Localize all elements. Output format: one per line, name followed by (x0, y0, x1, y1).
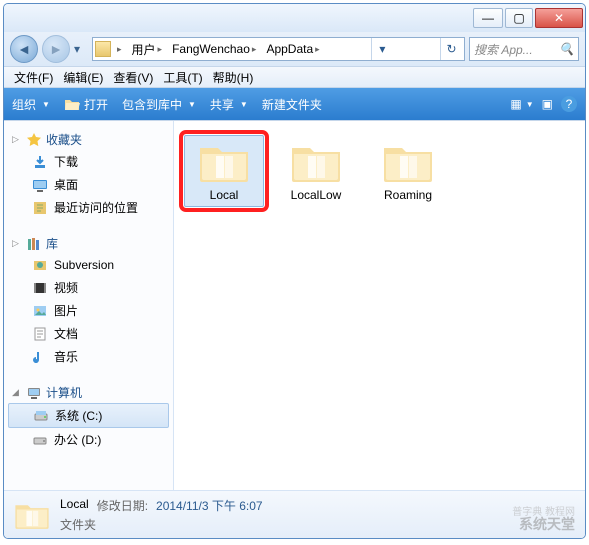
download-icon (32, 154, 48, 170)
document-icon (32, 326, 48, 342)
folder-open-icon (64, 96, 80, 112)
star-icon (26, 132, 42, 148)
back-button[interactable]: ◄ (10, 35, 38, 63)
folder-label: Roaming (384, 188, 432, 202)
sidebar-item-drive-c[interactable]: 系统 (C:) (8, 403, 169, 428)
nav-row: ◄ ► ▾ ▸ 用户▸ FangWenchao▸ AppData▸ ▾ ↻ 搜索… (4, 32, 585, 66)
folder-icon (290, 140, 342, 184)
forward-button[interactable]: ► (42, 35, 70, 63)
breadcrumb-item[interactable]: 用户▸ (128, 39, 167, 60)
watermark: 普字典 教程网 (512, 503, 575, 518)
menu-bar: 文件(F) 编辑(E) 查看(V) 工具(T) 帮助(H) (4, 66, 585, 88)
menu-edit[interactable]: 编辑(E) (59, 67, 107, 88)
sidebar-item-music[interactable]: 音乐 (4, 345, 173, 368)
status-type: 文件夹 (60, 516, 96, 533)
sidebar-item-subversion[interactable]: Subversion (4, 254, 173, 276)
folder-item-roaming[interactable]: Roaming (368, 135, 448, 207)
history-dropdown[interactable]: ▾ (74, 42, 88, 56)
svn-icon (32, 257, 48, 273)
sidebar-item-downloads[interactable]: 下载 (4, 150, 173, 173)
computer-icon (26, 385, 42, 401)
address-bar[interactable]: ▸ 用户▸ FangWenchao▸ AppData▸ ▾ ↻ (92, 37, 465, 61)
view-button[interactable]: ▦▼ (510, 97, 533, 111)
breadcrumb-item[interactable]: FangWenchao▸ (168, 40, 260, 58)
sidebar-favorites-head[interactable]: ▷收藏夹 (4, 129, 173, 150)
music-icon (32, 349, 48, 365)
sidebar-item-recent[interactable]: 最近访问的位置 (4, 196, 173, 219)
sidebar-item-drive-d[interactable]: 办公 (D:) (4, 428, 173, 451)
breadcrumb-sep[interactable]: ▸ (113, 42, 126, 57)
folder-item-locallow[interactable]: LocalLow (276, 135, 356, 207)
sidebar-item-desktop[interactable]: 桌面 (4, 173, 173, 196)
search-box[interactable]: 搜索 App... 🔍 (469, 37, 579, 61)
menu-help[interactable]: 帮助(H) (209, 67, 258, 88)
sidebar-computer-head[interactable]: ◢计算机 (4, 382, 173, 403)
status-name: Local (60, 497, 89, 514)
desktop-icon (32, 177, 48, 193)
folder-label: Local (210, 188, 239, 202)
drive-icon (32, 432, 48, 448)
search-placeholder: 搜索 App... (474, 41, 533, 58)
sidebar-item-videos[interactable]: 视频 (4, 276, 173, 299)
view-icon: ▦ (510, 97, 521, 111)
picture-icon (32, 303, 48, 319)
library-button[interactable]: 包含到库中▼ (122, 96, 196, 113)
minimize-icon: — (482, 11, 494, 25)
maximize-icon: ▢ (513, 11, 524, 25)
new-folder-button[interactable]: 新建文件夹 (262, 96, 322, 113)
menu-tools[interactable]: 工具(T) (159, 67, 206, 88)
status-date-label: 修改日期: (97, 497, 148, 514)
help-button[interactable]: ? (561, 96, 577, 112)
body: ▷收藏夹 下载 桌面 最近访问的位置 ▷库 Subversion 视频 图片 文… (4, 120, 585, 490)
breadcrumb-item[interactable]: AppData▸ (262, 40, 323, 58)
folder-icon (382, 140, 434, 184)
recent-icon (32, 200, 48, 216)
sidebar: ▷收藏夹 下载 桌面 最近访问的位置 ▷库 Subversion 视频 图片 文… (4, 121, 174, 490)
minimize-button[interactable]: — (473, 8, 503, 28)
drive-icon (33, 408, 49, 424)
video-icon (32, 280, 48, 296)
address-dropdown[interactable]: ▾ (371, 38, 393, 60)
status-bar: Local 修改日期: 2014/11/3 下午 6:07 文件夹 系统天堂 普… (4, 490, 585, 538)
folder-item-local[interactable]: Local (184, 135, 264, 207)
folder-label: LocalLow (291, 188, 342, 202)
explorer-window: — ▢ ✕ ◄ ► ▾ ▸ 用户▸ FangWenchao▸ AppData▸ … (3, 3, 586, 539)
sidebar-favorites: ▷收藏夹 下载 桌面 最近访问的位置 (4, 129, 173, 219)
menu-view[interactable]: 查看(V) (109, 67, 157, 88)
status-date-value: 2014/11/3 下午 6:07 (156, 497, 263, 514)
refresh-button[interactable]: ↻ (440, 38, 462, 60)
sidebar-libraries: ▷库 Subversion 视频 图片 文档 音乐 (4, 233, 173, 368)
folder-icon (14, 499, 50, 531)
sidebar-computer: ◢计算机 系统 (C:) 办公 (D:) (4, 382, 173, 451)
close-button[interactable]: ✕ (535, 8, 583, 28)
search-icon: 🔍 (559, 42, 574, 56)
maximize-button[interactable]: ▢ (505, 8, 533, 28)
titlebar: — ▢ ✕ (4, 4, 585, 32)
organize-button[interactable]: 组织▼ (12, 96, 50, 113)
sidebar-libraries-head[interactable]: ▷库 (4, 233, 173, 254)
folder-icon (198, 140, 250, 184)
preview-pane-button[interactable]: ▣ (542, 97, 553, 111)
folder-icon (95, 41, 111, 57)
library-icon (26, 236, 42, 252)
menu-file[interactable]: 文件(F) (10, 67, 57, 88)
open-button[interactable]: 打开 (64, 96, 108, 113)
content-pane[interactable]: Local LocalLow Roaming (174, 121, 585, 490)
sidebar-item-documents[interactable]: 文档 (4, 322, 173, 345)
sidebar-item-pictures[interactable]: 图片 (4, 299, 173, 322)
close-icon: ✕ (554, 11, 564, 25)
toolbar: 组织▼ 打开 包含到库中▼ 共享▼ 新建文件夹 ▦▼ ▣ ? (4, 88, 585, 120)
share-button[interactable]: 共享▼ (210, 96, 248, 113)
